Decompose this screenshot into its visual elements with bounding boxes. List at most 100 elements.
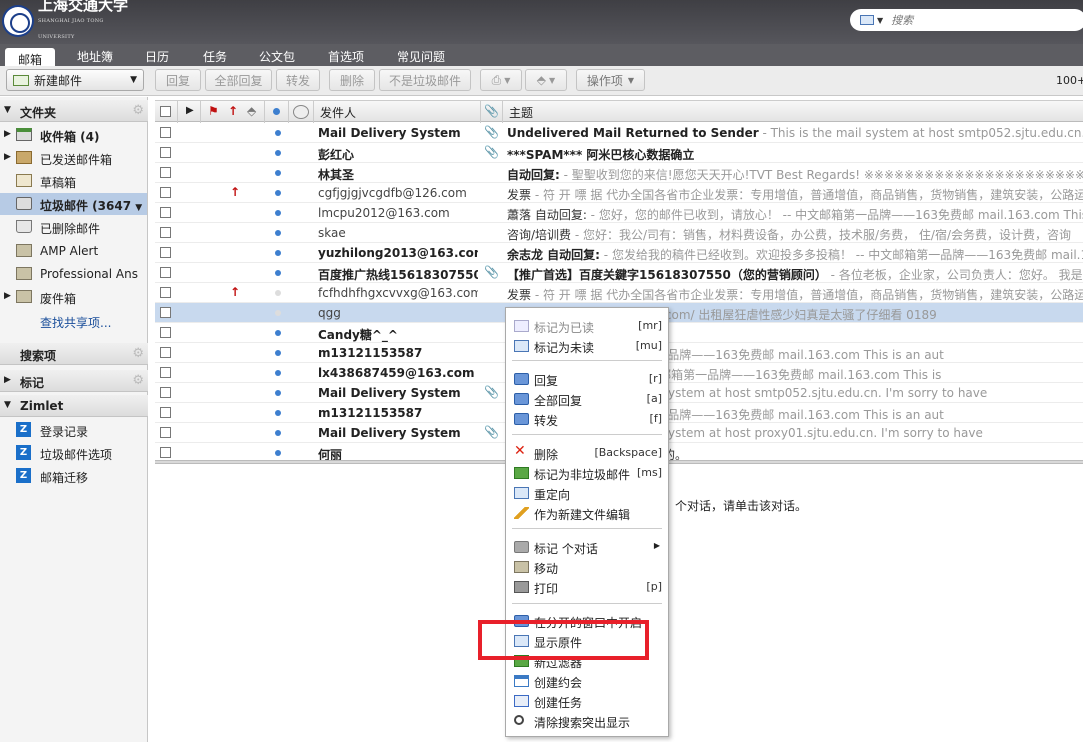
menu-print[interactable]: 打印 [p]: [506, 577, 668, 597]
row-checkbox[interactable]: [160, 367, 171, 378]
row-checkbox[interactable]: [160, 327, 171, 338]
search-input[interactable]: [891, 13, 1052, 27]
row-checkbox[interactable]: [160, 307, 171, 318]
folder-junk[interactable]: 垃圾邮件 (3647 ▼: [0, 193, 147, 215]
folder-inbox[interactable]: ▶ 收件箱 (4): [0, 124, 147, 146]
menu-move[interactable]: 移动: [506, 557, 668, 577]
gear-icon[interactable]: ⚙: [132, 346, 144, 361]
tab-tasks[interactable]: 任务: [203, 48, 227, 65]
collapse-arrow-icon[interactable]: ▼: [4, 400, 11, 410]
folder-drafts[interactable]: 草稿箱: [0, 170, 147, 192]
subject-column-header[interactable]: 主题: [509, 104, 533, 121]
unread-status-icon[interactable]: [275, 170, 281, 176]
unread-status-icon[interactable]: [275, 230, 281, 236]
row-checkbox[interactable]: [160, 207, 171, 218]
expand-arrow-icon[interactable]: ▶: [4, 129, 11, 139]
unread-status-icon[interactable]: [275, 330, 281, 336]
message-row[interactable]: lmcpu2012@163.com 蕭落 自动回复: - 您好，您的邮件已收到，请…: [155, 203, 1083, 223]
chevron-down-icon[interactable]: ▼: [130, 75, 137, 85]
message-row[interactable]: 彭红心 📎 ***SPAM*** 阿米巴核心数据确立: [155, 143, 1083, 163]
zimlet-login-records[interactable]: Z 登录记录: [0, 419, 147, 441]
menu-tag-conversation[interactable]: 标记 个对话 ▶: [506, 537, 668, 557]
gear-icon[interactable]: ⚙: [132, 103, 144, 118]
menu-reply-all[interactable]: 全部回复 [a]: [506, 389, 668, 409]
unread-status-icon[interactable]: [275, 370, 281, 376]
collapse-arrow-icon[interactable]: ▼: [4, 105, 11, 115]
tab-briefcase[interactable]: 公文包: [259, 48, 295, 65]
menu-redirect[interactable]: 重定向: [506, 483, 668, 503]
tag-column-icon[interactable]: ⬘: [247, 104, 256, 118]
priority-column-icon[interactable]: ↑: [228, 104, 238, 118]
unread-status-icon[interactable]: [275, 210, 281, 216]
status-column-icon[interactable]: [273, 108, 280, 115]
message-row[interactable]: ↑ fcfhdhfhgxcvvxg@163.com 发票 - 符 开 嘌 据 代办全…: [155, 283, 1083, 303]
read-status-icon[interactable]: [275, 310, 281, 316]
tags-section-header[interactable]: ▶ 标记 ⚙: [0, 370, 148, 392]
unread-status-icon[interactable]: [275, 450, 281, 456]
searches-section-header[interactable]: 搜索项 ⚙: [0, 343, 148, 365]
menu-mark-read[interactable]: 标记为已读 [mr]: [506, 316, 668, 336]
delete-button[interactable]: 删除: [329, 69, 375, 91]
find-shares-link[interactable]: 查找共享项...: [0, 310, 147, 332]
menu-mark-unread[interactable]: 标记为未读 [mu]: [506, 336, 668, 356]
search-box[interactable]: ▼: [850, 9, 1083, 31]
actions-dropdown-button[interactable]: 操作项 ▼: [576, 69, 645, 91]
row-checkbox[interactable]: [160, 127, 171, 138]
row-checkbox[interactable]: [160, 447, 171, 458]
tab-calendar[interactable]: 日历: [145, 48, 169, 65]
zimlet-section-header[interactable]: ▼ Zimlet: [0, 395, 148, 417]
unread-status-icon[interactable]: [275, 430, 281, 436]
unread-status-icon[interactable]: [275, 410, 281, 416]
reply-button[interactable]: 回复: [155, 69, 201, 91]
menu-clear-search-highlight[interactable]: 清除搜索突出显示: [506, 711, 668, 731]
unread-status-icon[interactable]: [275, 150, 281, 156]
tag-dropdown-button[interactable]: ⬘ ▼: [525, 69, 567, 91]
folder-sent[interactable]: ▶ 已发送邮件箱: [0, 147, 147, 169]
expand-arrow-icon[interactable]: ▶: [4, 152, 11, 162]
message-row[interactable]: Mail Delivery System 📎 Undelivered Mail Re…: [155, 123, 1083, 143]
tab-preferences[interactable]: 首选项: [328, 48, 364, 65]
unread-status-icon[interactable]: [275, 350, 281, 356]
select-all-checkbox[interactable]: [160, 106, 171, 117]
expand-arrow-icon[interactable]: ▶: [4, 291, 11, 301]
row-checkbox[interactable]: [160, 347, 171, 358]
message-row[interactable]: 林其圣 自动回复: - 聖聖收到您的来信!愿您天天开心!TVT Best Rega…: [155, 163, 1083, 183]
tab-mail[interactable]: 邮箱: [5, 48, 56, 68]
attachment-column-icon[interactable]: 📎: [484, 104, 499, 118]
row-checkbox[interactable]: [160, 287, 171, 298]
tab-contacts[interactable]: 地址簿: [77, 48, 113, 65]
flag-column-icon[interactable]: ⚑: [208, 104, 219, 118]
sender-column-icon[interactable]: [293, 105, 309, 119]
zimlet-mailbox-migration[interactable]: Z 邮箱迁移: [0, 465, 147, 487]
row-checkbox[interactable]: [160, 427, 171, 438]
menu-reply[interactable]: 回复 [r]: [506, 369, 668, 389]
menu-create-task[interactable]: 创建任务: [506, 691, 668, 711]
menu-mark-not-junk[interactable]: 标记为非垃圾邮件 [ms]: [506, 463, 668, 483]
sender-column-header[interactable]: 发件人: [320, 104, 356, 121]
row-checkbox[interactable]: [160, 187, 171, 198]
forward-button[interactable]: 转发: [276, 69, 320, 91]
unread-status-icon[interactable]: [275, 270, 281, 276]
zimlet-junk-options[interactable]: Z 垃圾邮件选项: [0, 442, 147, 464]
folders-section-header[interactable]: ▼ 文件夹 ⚙: [0, 100, 148, 122]
folder-professional[interactable]: Professional Ans: [0, 263, 147, 285]
row-checkbox[interactable]: [160, 267, 171, 278]
new-mail-button[interactable]: 新建邮件 ▼: [6, 69, 144, 91]
message-row[interactable]: ↑ cgfjgjgjvcgdfb@126.com 发票 - 符 开 嘌 据 代办全国…: [155, 183, 1083, 203]
message-row[interactable]: yuzhilong2013@163.com 余志龙 自动回复: - 您发给我的稿件…: [155, 243, 1083, 263]
folder-amp-alert[interactable]: AMP Alert: [0, 240, 147, 262]
row-checkbox[interactable]: [160, 247, 171, 258]
print-dropdown-button[interactable]: ⎙ ▼: [480, 69, 522, 91]
message-row[interactable]: skae 咨询/培训费 - 您好：我公/司有：销售，材料费设备，办公费，技术服/务…: [155, 223, 1083, 243]
chevron-down-icon[interactable]: ▼: [135, 203, 142, 213]
row-checkbox[interactable]: [160, 167, 171, 178]
row-checkbox[interactable]: [160, 387, 171, 398]
folder-waste[interactable]: ▶ 废件箱: [0, 286, 147, 308]
not-junk-button[interactable]: 不是垃圾邮件: [379, 69, 471, 91]
row-checkbox[interactable]: [160, 147, 171, 158]
row-checkbox[interactable]: [160, 407, 171, 418]
search-scope-dropdown-icon[interactable]: ▼: [877, 16, 883, 25]
unread-status-icon[interactable]: [275, 190, 281, 196]
expand-column-icon[interactable]: ▶: [186, 105, 194, 116]
unread-status-icon[interactable]: [275, 390, 281, 396]
